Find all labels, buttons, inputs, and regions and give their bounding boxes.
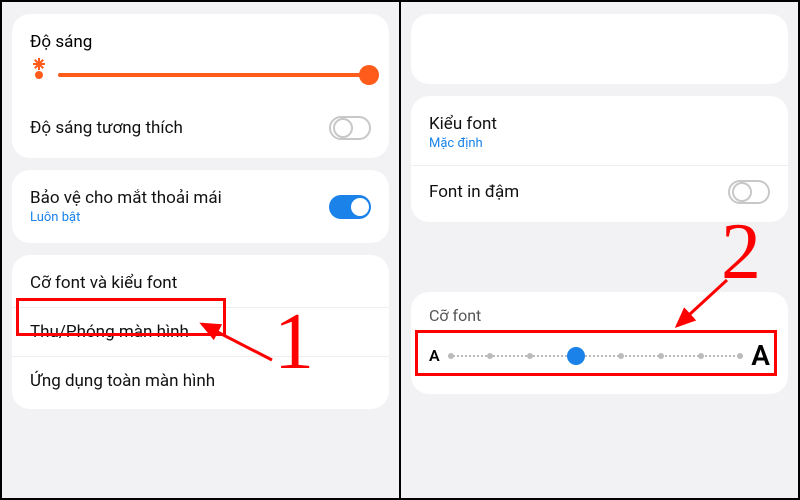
brightness-slider[interactable] (30, 66, 371, 84)
font-size-step[interactable] (448, 353, 454, 359)
font-size-track[interactable] (448, 346, 744, 366)
brightness-thumb[interactable] (359, 65, 379, 85)
font-size-thumb[interactable] (567, 347, 585, 365)
bold-font-row[interactable]: Font in đậm (411, 165, 788, 218)
font-settings-panel-right: Kiểu font Mặc định Font in đậm Cỡ font A (401, 2, 798, 498)
preview-card (411, 14, 788, 84)
font-size-title: Cỡ font (429, 306, 770, 325)
sun-icon (30, 66, 48, 84)
eye-comfort-toggle[interactable] (329, 195, 371, 219)
brightness-slider-row (12, 56, 389, 102)
brightness-card: Độ sáng (12, 14, 389, 158)
font-size-style-row[interactable]: Cỡ font và kiểu font (12, 259, 389, 307)
adaptive-brightness-row[interactable]: Độ sáng tương thích (12, 102, 389, 154)
font-size-small-icon: A (429, 346, 440, 365)
display-settings-panel-left: Độ sáng (2, 2, 399, 498)
font-style-sub: Mặc định (429, 136, 497, 151)
font-zoom-card: Cỡ font và kiểu font Thu/Phóng màn hình … (12, 255, 389, 409)
eye-comfort-card: Bảo vệ cho mắt thoải mái Luôn bật (12, 170, 389, 243)
eye-comfort-sub: Luôn bật (30, 210, 222, 225)
eye-comfort-text: Bảo vệ cho mắt thoải mái Luôn bật (30, 188, 222, 225)
eye-comfort-label: Bảo vệ cho mắt thoải mái (30, 188, 222, 208)
font-size-step[interactable] (618, 353, 624, 359)
font-style-label: Kiểu font (429, 114, 497, 134)
fullscreen-apps-label: Ứng dụng toàn màn hình (30, 371, 215, 391)
eye-comfort-row[interactable]: Bảo vệ cho mắt thoải mái Luôn bật (12, 174, 389, 239)
font-size-step[interactable] (737, 353, 743, 359)
font-size-big-icon: A (751, 339, 770, 372)
adaptive-brightness-toggle[interactable] (329, 116, 371, 140)
font-style-text: Kiểu font Mặc định (429, 114, 497, 151)
font-size-step[interactable] (658, 353, 664, 359)
brightness-track[interactable] (58, 73, 371, 77)
font-size-card: Cỡ font A A (411, 292, 788, 394)
font-style-row[interactable]: Kiểu font Mặc định (411, 100, 788, 165)
screen-zoom-label: Thu/Phóng màn hình (30, 322, 189, 342)
bold-font-label: Font in đậm (429, 182, 519, 202)
adaptive-brightness-label: Độ sáng tương thích (30, 118, 183, 138)
font-style-card: Kiểu font Mặc định Font in đậm (411, 96, 788, 222)
font-size-step[interactable] (487, 353, 493, 359)
font-size-step[interactable] (527, 353, 533, 359)
brightness-label: Độ sáng (12, 18, 389, 56)
tutorial-frame: Độ sáng (0, 0, 800, 500)
annotation-number-2: 2 (721, 212, 761, 292)
bold-font-toggle[interactable] (728, 180, 770, 204)
screen-zoom-row[interactable]: Thu/Phóng màn hình (12, 307, 389, 356)
font-size-step[interactable] (698, 353, 704, 359)
font-size-slider[interactable]: A A (429, 339, 770, 372)
font-size-style-label: Cỡ font và kiểu font (30, 273, 177, 293)
fullscreen-apps-row[interactable]: Ứng dụng toàn màn hình (12, 356, 389, 405)
